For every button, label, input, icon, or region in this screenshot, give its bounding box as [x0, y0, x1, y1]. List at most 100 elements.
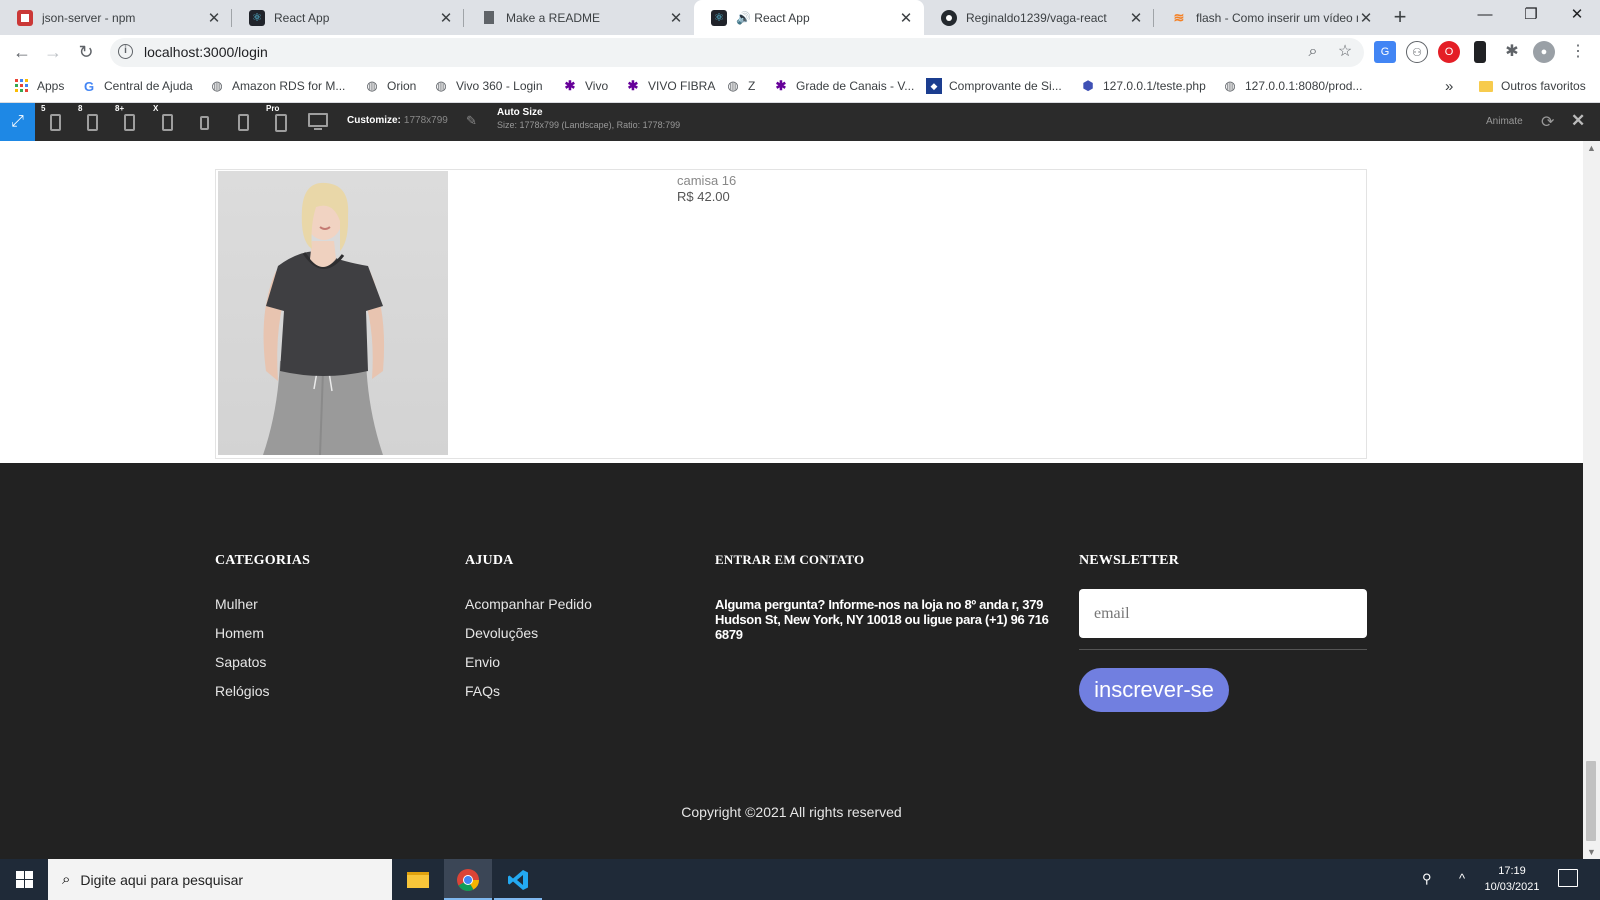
- scrollbar-thumb[interactable]: [1586, 761, 1596, 841]
- device-iphone-8-plus[interactable]: 8+: [111, 103, 147, 141]
- tab-github-repo[interactable]: Reginaldo1239/vaga-react ✕: [924, 0, 1154, 35]
- bookmark-teste-php[interactable]: ⬢ 127.0.0.1/teste.php: [1080, 77, 1205, 95]
- footer-link-faqs[interactable]: FAQs: [465, 683, 500, 699]
- bookmark-grade-canais[interactable]: ✱ Grade de Canais - V...: [773, 77, 915, 95]
- device-ipad-pro[interactable]: Pro: [262, 103, 298, 141]
- bookmark-vivo[interactable]: ✱ Vivo: [562, 77, 609, 95]
- profile-avatar[interactable]: ●: [1533, 41, 1555, 63]
- footer-link-mulher[interactable]: Mulher: [215, 596, 258, 612]
- auto-resize-icon[interactable]: ⤢: [0, 103, 35, 141]
- close-emulator-icon[interactable]: ✕: [1571, 111, 1585, 131]
- taskbar-clock[interactable]: 17:19 10/03/2021: [1482, 863, 1542, 895]
- taskbar-vscode[interactable]: [494, 859, 542, 900]
- globe-icon: ◍: [366, 78, 378, 93]
- site-footer: CATEGORIAS Mulher Homem Sapatos Relógios…: [0, 463, 1583, 859]
- address-bar[interactable]: i localhost:3000/login ⌕ ☆: [110, 38, 1364, 67]
- tablet-icon: [238, 114, 249, 131]
- opera-vpn-icon[interactable]: O: [1438, 41, 1460, 63]
- bookmarks-bar: Apps G Central de Ajuda ◍ Amazon RDS for…: [0, 70, 1600, 103]
- tab-react-app-active[interactable]: ⚛ 🔊 React App ✕: [694, 0, 924, 35]
- taskbar-search-box[interactable]: ⌕ Digite aqui para pesquisar: [48, 859, 392, 900]
- document-icon: [481, 10, 497, 26]
- apps-grid-icon: [14, 78, 30, 94]
- kebab-menu-icon[interactable]: ⋮: [1567, 41, 1589, 63]
- close-tab-icon[interactable]: ✕: [668, 9, 684, 27]
- product-card[interactable]: camisa 16 R$ 42.00: [215, 169, 1367, 459]
- device-tablet[interactable]: [225, 103, 261, 141]
- tab-json-server[interactable]: json-server - npm ✕: [0, 0, 232, 35]
- forward-arrow-icon[interactable]: →: [41, 41, 65, 65]
- page-scrollbar[interactable]: ▲ ▼: [1583, 141, 1600, 859]
- bookmark-label: Outros favoritos: [1501, 79, 1586, 93]
- device-iphone-8[interactable]: 8: [74, 103, 110, 141]
- taskbar-chrome[interactable]: [444, 859, 492, 900]
- tab-make-readme[interactable]: Make a README ✕: [464, 0, 694, 35]
- phone-icon: [162, 114, 173, 131]
- bookmark-outros-favoritos[interactable]: Outros favoritos: [1478, 77, 1586, 95]
- bookmark-apps[interactable]: Apps: [14, 77, 64, 95]
- bookmark-central-ajuda[interactable]: G Central de Ajuda: [81, 77, 193, 95]
- bookmark-star-icon[interactable]: ☆: [1336, 43, 1354, 61]
- animate-toggle[interactable]: Animate: [1486, 116, 1523, 127]
- color-picker-icon[interactable]: [1474, 41, 1486, 63]
- close-tab-icon[interactable]: ✕: [206, 9, 222, 27]
- url-text[interactable]: localhost:3000/login: [144, 44, 268, 60]
- windows-taskbar: ⌕ Digite aqui para pesquisar ⚲ ^ 17:19 1…: [0, 859, 1600, 900]
- tab-react-app-1[interactable]: ⚛ React App ✕: [232, 0, 464, 35]
- close-tab-icon[interactable]: ✕: [1128, 9, 1144, 27]
- bookmark-vivo-fibra[interactable]: ✱ VIVO FIBRA: [625, 77, 716, 95]
- product-image[interactable]: [218, 171, 448, 455]
- back-arrow-icon[interactable]: ←: [10, 41, 34, 65]
- zoom-icon[interactable]: ⌕: [1304, 43, 1322, 61]
- puzzle-extensions-icon[interactable]: ✱: [1501, 41, 1523, 63]
- info-icon[interactable]: i: [118, 44, 133, 59]
- rotate-icon[interactable]: ⟳: [1541, 112, 1554, 132]
- scroll-down-icon[interactable]: ▼: [1587, 847, 1596, 857]
- bookmark-vivo-360[interactable]: ◍ Vivo 360 - Login: [433, 77, 542, 95]
- newsletter-email-input[interactable]: [1079, 589, 1367, 638]
- show-hidden-icons-chevron[interactable]: ^: [1459, 871, 1465, 886]
- window-close-button[interactable]: ✕: [1554, 0, 1600, 32]
- tab-title: 🔊 React App: [736, 10, 810, 25]
- device-iphone-5[interactable]: 5: [37, 103, 73, 141]
- bookmark-comprovante[interactable]: ◆ Comprovante de Si...: [926, 77, 1062, 95]
- bookmark-amazon-rds[interactable]: ◍ Amazon RDS for M...: [209, 77, 345, 95]
- bookmark-label: 127.0.0.1:8080/prod...: [1245, 79, 1363, 93]
- footer-link-relogios[interactable]: Relógios: [215, 683, 269, 699]
- reload-icon[interactable]: ↻: [74, 41, 98, 65]
- close-tab-icon[interactable]: ✕: [898, 9, 914, 27]
- subscribe-button[interactable]: inscrever-se: [1079, 668, 1229, 712]
- taskbar-file-explorer[interactable]: [394, 859, 442, 900]
- people-icon[interactable]: ⚲: [1422, 871, 1432, 887]
- device-tablet-small[interactable]: [187, 103, 223, 141]
- bookmark-localhost-8080[interactable]: ◍ 127.0.0.1:8080/prod...: [1222, 77, 1362, 95]
- extension-icon[interactable]: ⚇: [1406, 41, 1428, 63]
- bookmark-z[interactable]: ◍ Z: [725, 77, 755, 95]
- minimize-button[interactable]: —: [1462, 0, 1508, 32]
- notification-center-icon[interactable]: [1558, 869, 1578, 887]
- device-iphone-x[interactable]: X: [149, 103, 185, 141]
- tab-stackoverflow[interactable]: ≋ flash - Como inserir um vídeo n ✕: [1154, 0, 1384, 35]
- product-name[interactable]: camisa 16: [677, 173, 736, 188]
- footer-link-acompanhar-pedido[interactable]: Acompanhar Pedido: [465, 596, 592, 612]
- receipt-icon: ◆: [926, 78, 942, 94]
- restore-button[interactable]: ❐: [1508, 0, 1554, 32]
- device-desktop[interactable]: [300, 103, 336, 141]
- new-tab-button[interactable]: +: [1386, 4, 1414, 32]
- bookmark-label: Central de Ajuda: [104, 79, 193, 93]
- edit-pencil-icon[interactable]: ✎: [466, 113, 477, 129]
- scroll-up-icon[interactable]: ▲: [1587, 143, 1596, 153]
- tab-title: Reginaldo1239/vaga-react: [966, 10, 1107, 25]
- google-translate-icon[interactable]: G: [1374, 41, 1396, 63]
- footer-ajuda-title: AJUDA: [465, 553, 514, 568]
- close-tab-icon[interactable]: ✕: [1358, 9, 1374, 27]
- footer-link-homem[interactable]: Homem: [215, 625, 264, 641]
- close-tab-icon[interactable]: ✕: [438, 9, 454, 27]
- customize-size[interactable]: Customize: 1778x799: [347, 115, 448, 126]
- bookmarks-overflow-button[interactable]: »: [1445, 77, 1453, 95]
- footer-link-devolucoes[interactable]: Devoluções: [465, 625, 538, 641]
- footer-link-sapatos[interactable]: Sapatos: [215, 654, 266, 670]
- footer-link-envio[interactable]: Envio: [465, 654, 500, 670]
- windows-start-button[interactable]: [0, 859, 48, 900]
- bookmark-orion[interactable]: ◍ Orion: [364, 77, 416, 95]
